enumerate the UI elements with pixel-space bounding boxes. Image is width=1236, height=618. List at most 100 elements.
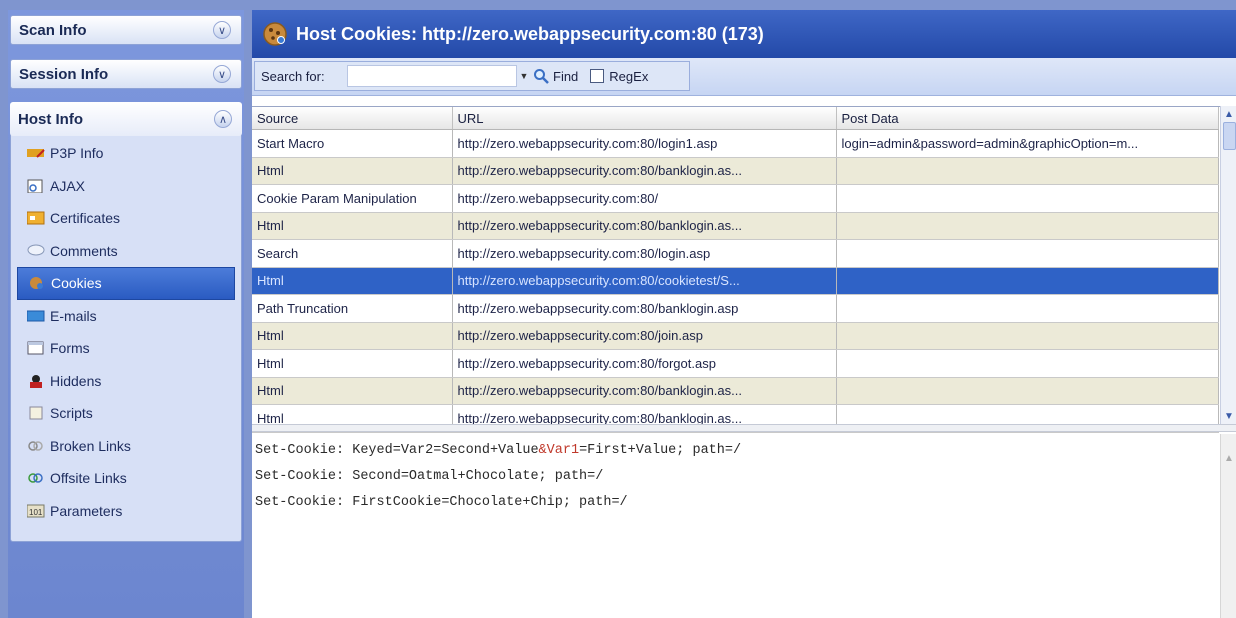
sidebar-item-hiddens[interactable]: Hiddens <box>11 365 241 398</box>
cell-source: Html <box>252 349 453 378</box>
regex-label: RegEx <box>609 68 649 84</box>
sidebar-item-forms[interactable]: Forms <box>11 332 241 365</box>
sidebar-item-label: Forms <box>50 340 90 357</box>
cell-source: Start Macro <box>252 129 453 158</box>
cell-post-data <box>836 239 1219 268</box>
cell-url: http://zero.webappsecurity.com:80/banklo… <box>452 157 837 185</box>
search-box: Search for: ▼ Find RegEx <box>254 61 690 91</box>
table-row[interactable]: Html http://zero.webappsecurity.com:80/jo… <box>252 322 1219 350</box>
host-info-header[interactable]: Host Info ∧ <box>10 102 242 136</box>
column-header-source[interactable]: Source <box>252 107 453 130</box>
raw-line: Set-Cookie: Keyed=Var2=Second+Value&Var1… <box>255 438 1217 464</box>
host-info-list: P3P Info AJAX Certificates Comments Cookies E… <box>11 137 241 527</box>
column-header-post-data[interactable]: Post Data <box>836 107 1219 130</box>
table-row[interactable]: Path Truncation http://zero.webappsecurit… <box>252 294 1219 323</box>
broken-link-icon <box>28 441 43 451</box>
table-row[interactable]: Html http://zero.webappsecurity.com:80/ba… <box>252 377 1219 405</box>
sidebar-item-label: Scripts <box>50 405 93 422</box>
sidebar-item-label: E-mails <box>50 307 97 324</box>
raw-text: Set-Cookie: Keyed=Var2=Second+Value <box>255 443 539 458</box>
sidebar-item-p3p-info[interactable]: P3P Info <box>11 137 241 170</box>
host-info-panel: Host Info ∧ P3P Info AJAX Certificates Comm… <box>10 102 242 542</box>
sidebar-item-label: Hiddens <box>50 372 102 389</box>
table-row[interactable]: Search http://zero.webappsecurity.com:80/… <box>252 239 1219 268</box>
cell-source: Html <box>252 377 453 405</box>
cell-url: http://zero.webappsecurity.com:80/login.… <box>452 239 837 268</box>
cell-source: Search <box>252 239 453 268</box>
table-row[interactable]: Cookie Param Manipulation http://zero.web… <box>252 184 1219 213</box>
ajax-icon <box>27 179 43 193</box>
cell-url: http://zero.webappsecurity.com:80/banklo… <box>452 294 837 323</box>
table-row[interactable]: Html http://zero.webappsecurity.com:80/fo… <box>252 349 1219 378</box>
magnifier-icon <box>534 69 549 84</box>
grid-scrollbar[interactable]: ▲ ▼ <box>1220 106 1236 424</box>
table-header: Source URL Post Data <box>252 107 1219 130</box>
sidebar-item-certificates[interactable]: Certificates <box>11 202 241 235</box>
session-info-label: Session Info <box>19 65 109 83</box>
raw-cookie-view: Set-Cookie: Keyed=Var2=Second+Value&Var1… <box>252 434 1220 618</box>
session-info-header[interactable]: Session Info ∨ <box>10 59 242 89</box>
cell-url: http://zero.webappsecurity.com:80/banklo… <box>452 212 837 240</box>
cell-url: http://zero.webappsecurity.com:80/banklo… <box>452 377 837 405</box>
sidebar-item-e-mails[interactable]: E-mails <box>11 300 241 333</box>
sidebar: Scan Info ∨ Session Info ∨ Host Info ∧ P… <box>8 10 244 618</box>
cookie-icon <box>263 22 287 46</box>
sidebar-item-ajax[interactable]: AJAX <box>11 170 241 203</box>
script-icon <box>29 406 43 420</box>
sidebar-item-label: Comments <box>50 242 118 259</box>
title-bar: Host Cookies: http://zero.webappsecurity… <box>252 10 1236 58</box>
find-button[interactable]: Find <box>533 68 578 84</box>
cell-post-data <box>836 377 1219 405</box>
column-header-url[interactable]: URL <box>452 107 837 130</box>
sidebar-item-broken-links[interactable]: Broken Links <box>11 430 241 463</box>
cell-post-data: login=admin&password=admin&graphicOption… <box>836 129 1219 158</box>
sidebar-item-comments[interactable]: Comments <box>11 235 241 268</box>
raw-scrollbar[interactable]: ▲ <box>1220 434 1236 618</box>
search-label: Search for: <box>261 68 325 84</box>
chevron-down-icon[interactable]: ∨ <box>213 21 231 39</box>
checkbox-icon[interactable] <box>590 69 605 83</box>
cell-post-data <box>836 212 1219 240</box>
dropdown-arrow-icon[interactable]: ▼ <box>517 65 531 87</box>
search-toolbar: Search for: ▼ Find RegEx <box>252 58 1236 96</box>
chevron-up-icon[interactable]: ∧ <box>214 110 232 128</box>
comment-icon <box>27 244 45 256</box>
sidebar-item-scripts[interactable]: Scripts <box>11 397 241 430</box>
regex-checkbox[interactable]: RegEx <box>590 69 648 84</box>
scroll-up-icon[interactable]: ▲ <box>1221 450 1236 466</box>
offsite-link-icon <box>28 473 43 483</box>
main-panel: Host Cookies: http://zero.webappsecurity… <box>252 10 1236 618</box>
cell-source: Html <box>252 322 453 350</box>
cell-source: Html <box>252 212 453 240</box>
scroll-up-icon[interactable]: ▲ <box>1221 106 1236 122</box>
form-icon <box>27 341 44 355</box>
certificate-icon <box>27 211 45 225</box>
scan-info-header[interactable]: Scan Info ∨ <box>10 15 242 45</box>
table-row[interactable]: Html http://zero.webappsecurity.com:80/co… <box>252 267 1219 295</box>
splitter[interactable] <box>252 424 1236 432</box>
search-input[interactable] <box>347 65 517 87</box>
raw-line: Set-Cookie: FirstCookie=Chocolate+Chip; … <box>255 495 628 510</box>
cell-source: Html <box>252 157 453 185</box>
sidebar-item-offsite-links[interactable]: Offsite Links <box>11 462 241 495</box>
table-row[interactable]: Html http://zero.webappsecurity.com:80/ba… <box>252 157 1219 185</box>
hidden-icon <box>30 374 42 388</box>
table-row[interactable]: Html http://zero.webappsecurity.com:80/ba… <box>252 212 1219 240</box>
cell-url: http://zero.webappsecurity.com:80/forgot… <box>452 349 837 378</box>
cell-url: http://zero.webappsecurity.com:80/login1… <box>452 129 837 158</box>
sidebar-item-parameters[interactable]: 101 Parameters <box>11 495 241 528</box>
cell-url: http://zero.webappsecurity.com:80/cookie… <box>452 267 837 295</box>
sidebar-item-cookies[interactable]: Cookies <box>17 267 235 300</box>
table-row[interactable]: Start Macro http://zero.webappsecurity.co… <box>252 129 1219 158</box>
cell-post-data <box>836 184 1219 213</box>
raw-text: =First+Value; path=/ <box>579 443 742 458</box>
raw-line: Set-Cookie: Second=Oatmal+Chocolate; pat… <box>255 469 604 484</box>
cookies-table: Source URL Post Data Start Macro http://z… <box>252 107 1219 433</box>
scan-info-label: Scan Info <box>19 21 87 39</box>
chevron-down-icon[interactable]: ∨ <box>213 65 231 83</box>
scroll-thumb[interactable] <box>1223 122 1236 150</box>
cell-source: Html <box>252 267 453 295</box>
scroll-down-icon[interactable]: ▼ <box>1221 408 1236 424</box>
cell-source: Cookie Param Manipulation <box>252 184 453 213</box>
sidebar-item-label: P3P Info <box>50 145 104 162</box>
